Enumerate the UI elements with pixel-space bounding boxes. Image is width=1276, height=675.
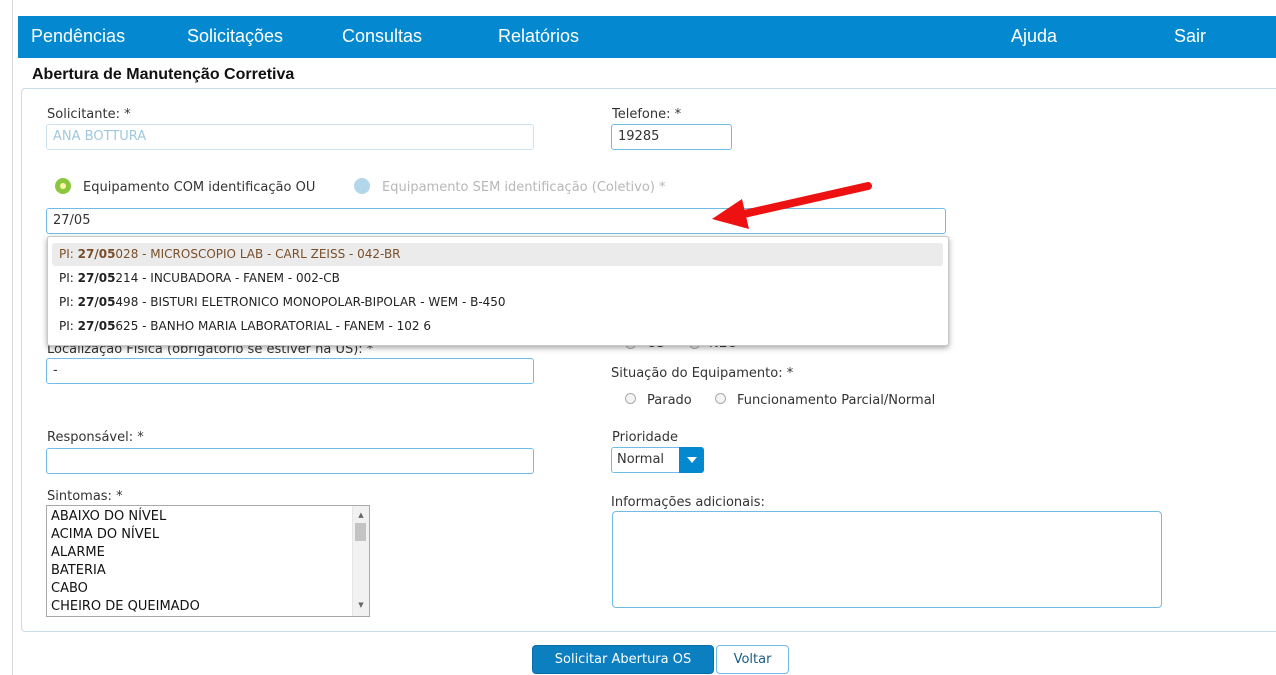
annotation-arrow-icon xyxy=(712,182,872,229)
arrow-shaft xyxy=(740,182,872,218)
arrow-head xyxy=(712,199,749,229)
